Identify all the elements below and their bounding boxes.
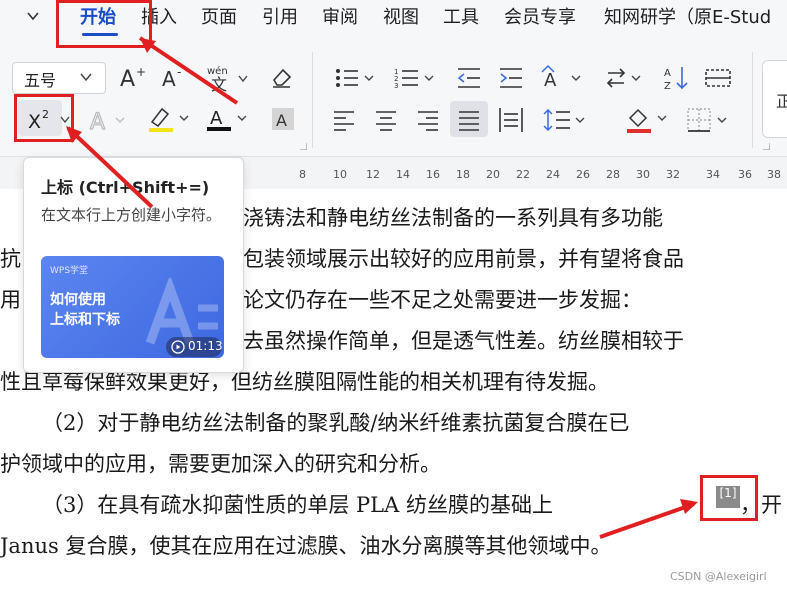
menu-tab-review[interactable]: 审阅 (322, 6, 358, 30)
show-hide-marks-icon[interactable] (704, 66, 732, 90)
highlight-color-icon[interactable] (146, 104, 192, 134)
text-effect-icon[interactable]: A (88, 106, 128, 134)
dialog-launcher-icon[interactable] (300, 143, 307, 150)
ruler-tick: 38 (767, 168, 781, 181)
font-size-value: 五号 (24, 71, 57, 90)
increase-indent-icon[interactable] (498, 66, 524, 90)
ruler-tick: 34 (706, 168, 720, 181)
annotation-box-citation (700, 475, 758, 521)
ribbon-separator (312, 52, 313, 148)
svg-text:A: A (210, 108, 223, 129)
doc-line: （3）在具有疏水抑菌性质的单层 PLA 纺丝膜的基础上 (42, 493, 553, 517)
text-direction-icon[interactable]: A (540, 64, 584, 92)
svg-text:-: - (177, 65, 181, 79)
ruler-tick: 22 (516, 168, 530, 181)
ruler-tick: 12 (366, 168, 380, 181)
ruler-tick: 10 (333, 168, 347, 181)
svg-text:A: A (162, 67, 176, 90)
chevron-down-icon (80, 73, 92, 82)
doc-line: 护领域中的应用，需要更加深入的研究和分析。 (0, 452, 441, 476)
line-spacing-icon[interactable] (542, 106, 588, 134)
svg-text:A: A (120, 67, 135, 90)
ruler-tick: 30 (636, 168, 650, 181)
ruler-tick: 36 (738, 168, 752, 181)
shading-fill-icon[interactable] (624, 104, 670, 134)
video-title-line: 上标和下标 (50, 312, 120, 328)
ribbon-toolbar (0, 38, 787, 157)
ruler-tick: 32 (666, 168, 680, 181)
doc-line: Janus 复合膜，使其在应用在过滤膜、油水分离膜等其他领域中。 (0, 534, 612, 558)
svg-text:+: + (136, 65, 146, 79)
menu-tab-page[interactable]: 页面 (201, 6, 237, 30)
doc-line: 论文仍存在一些不足之处需要进一步发掘： (243, 288, 642, 312)
align-right-icon[interactable] (416, 108, 440, 132)
align-center-icon[interactable] (374, 108, 398, 132)
menu-tab-references[interactable]: 引用 (262, 6, 298, 30)
ruler-tick: 28 (606, 168, 620, 181)
menu-tab-view[interactable]: 视图 (383, 6, 419, 30)
ruler-tick: 18 (456, 168, 470, 181)
watermark: CSDN @Alexeigirl (670, 570, 767, 583)
character-shading-icon[interactable]: A (270, 106, 296, 132)
doc-line: 去虽然操作简单，但是透气性差。纺丝膜相较于 (243, 329, 684, 353)
annotation-box-superscript (14, 94, 74, 142)
text-wrap-arrows-icon[interactable] (604, 64, 644, 92)
clear-format-eraser-icon[interactable] (268, 64, 294, 90)
svg-text:Z: Z (664, 81, 671, 92)
tooltip-description: 在文本行上方创建小字符。 (41, 206, 222, 224)
svg-text:文: 文 (211, 75, 227, 92)
svg-text:A: A (664, 68, 671, 79)
font-color-icon[interactable]: A (204, 104, 250, 134)
ribbon-separator (752, 52, 753, 148)
doc-line-fragment: 抗 (0, 247, 21, 271)
align-justify-icon (459, 111, 479, 131)
sort-icon[interactable]: A Z (664, 64, 692, 92)
svg-text:A: A (276, 111, 287, 130)
phonetic-guide-icon[interactable]: wén 文 (205, 62, 249, 92)
ruler-tick: 14 (396, 168, 410, 181)
svg-text:A: A (544, 70, 557, 91)
style-gallery-glyph: 正 (776, 92, 787, 111)
svg-text:3: 3 (394, 82, 398, 90)
video-duration-text: 01:13 (188, 339, 223, 353)
bullet-list-icon[interactable] (334, 66, 376, 90)
increase-font-size-icon[interactable]: A + (118, 64, 146, 90)
play-icon (171, 340, 185, 354)
menu-tab-tools[interactable]: 工具 (443, 6, 479, 30)
decrease-font-size-icon[interactable]: A - (160, 64, 188, 90)
numbered-list-icon[interactable]: 1 2 3 (394, 66, 436, 90)
decrease-indent-icon[interactable] (456, 66, 482, 90)
svg-text:A: A (90, 110, 105, 134)
ruler-tick: 20 (486, 168, 500, 181)
ruler-tick: 8 (299, 168, 306, 181)
borders-icon[interactable] (686, 106, 730, 134)
align-left-icon[interactable] (332, 108, 356, 132)
doc-line: 包装领域展示出较好的应用前景，并有望将食品 (243, 247, 684, 271)
ruler-tick: 16 (426, 168, 440, 181)
ruler-tick: 26 (576, 168, 590, 181)
tooltip-title: 上标 (Ctrl+Shift+=) (41, 178, 210, 197)
chevron-down-icon[interactable] (26, 9, 40, 23)
video-brand-label: WPS学堂 (50, 266, 89, 276)
dialog-launcher-icon[interactable] (763, 143, 770, 150)
menu-tab-cnki[interactable]: 知网研学（原E-Stud (604, 6, 771, 30)
annotation-box-home-tab (56, 0, 152, 48)
ruler-tick: 24 (546, 168, 560, 181)
distributed-align-icon[interactable] (498, 106, 524, 134)
doc-line: （2）对于静电纺丝法制备的聚乳酸/纳米纤维素抗菌复合膜在已 (42, 411, 630, 435)
doc-line-fragment: 用 (0, 288, 21, 312)
menu-tab-member[interactable]: 会员专享 (504, 6, 576, 30)
doc-line: 浇铸法和静电纺丝法制备的一系列具有多功能 (243, 206, 663, 230)
video-title-line: 如何使用 (50, 292, 106, 308)
